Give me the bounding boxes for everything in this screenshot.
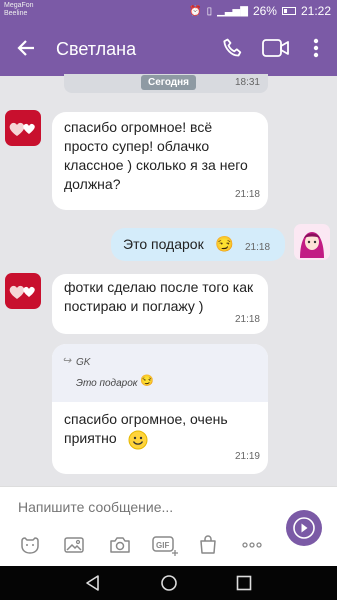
sticker-icon[interactable] <box>18 533 42 557</box>
battery-percent: 26% <box>252 4 277 18</box>
reply-quote[interactable]: ↪ GK Это подарок 😏 <box>52 344 268 402</box>
more-options-icon[interactable] <box>309 36 323 60</box>
date-label: Сегодня <box>141 75 197 90</box>
back-button[interactable] <box>12 34 40 62</box>
contact-name[interactable]: Светлана <box>56 39 136 60</box>
date-time: 18:31 <box>234 77 260 88</box>
message-text: Это подарок <box>123 236 204 252</box>
arrow-left-icon <box>17 40 34 56</box>
reply-author: GK <box>76 357 91 368</box>
home-circle-icon[interactable] <box>160 574 178 592</box>
shopping-bag-icon[interactable] <box>196 533 220 557</box>
status-icons: ⏰ ▯ ▁▃▅▇ 26% 21:22 <box>189 4 331 18</box>
message-input[interactable] <box>18 499 268 515</box>
android-nav-bar <box>0 566 337 600</box>
message-text: спасибо огромное, очень приятно <box>64 411 228 446</box>
reply-arrow-icon: ↪ <box>62 355 72 367</box>
back-triangle-icon[interactable] <box>84 574 102 592</box>
composer-toolbar: GIF <box>0 533 280 557</box>
svg-text:GIF: GIF <box>156 541 169 550</box>
smirk-emoji-icon: 😏 <box>140 375 154 387</box>
alarm-icon: ⏰ <box>189 5 202 17</box>
carrier-info: MegaFon Beeline <box>4 2 34 18</box>
smile-emoji-icon <box>128 430 148 450</box>
phone-icon[interactable] <box>221 36 245 60</box>
camera-icon[interactable] <box>108 533 132 557</box>
message-bubble-incoming[interactable]: спасибо огромное! всё просто супер! обла… <box>52 112 268 210</box>
status-bar: MegaFon Beeline ⏰ ▯ ▁▃▅▇ 26% 21:22 <box>0 0 337 22</box>
hearts-avatar-icon <box>5 273 41 309</box>
message-time: 21:18 <box>234 314 260 325</box>
message-time: 21:18 <box>234 189 260 200</box>
message-time: 21:18 <box>245 242 271 253</box>
play-circle-icon <box>293 517 315 539</box>
signal-icon: ▁▃▅▇ <box>217 5 248 17</box>
carrier-1: MegaFon <box>4 2 34 9</box>
chat-header: Светлана <box>0 22 337 76</box>
message-time: 21:19 <box>234 451 260 462</box>
anime-girl-avatar-icon <box>294 224 330 260</box>
gallery-icon[interactable] <box>62 533 86 557</box>
my-avatar[interactable] <box>294 224 330 260</box>
battery-icon <box>281 7 296 15</box>
video-call-icon[interactable] <box>262 38 290 58</box>
recents-square-icon[interactable] <box>235 574 253 592</box>
message-bubble-incoming[interactable]: ↪ GK Это подарок 😏 спасибо огромное, оче… <box>52 344 268 474</box>
date-divider: Сегодня 18:31 <box>64 74 268 93</box>
vibrate-icon: ▯ <box>206 5 213 17</box>
message-text: спасибо огромное! всё просто супер! обла… <box>64 119 248 192</box>
smirk-emoji-icon: 😏 <box>215 236 234 253</box>
more-dots-icon[interactable] <box>240 533 264 557</box>
message-composer: GIF <box>0 486 337 566</box>
contact-avatar[interactable] <box>5 273 41 309</box>
message-bubble-incoming[interactable]: фотки сделаю после того как постираю и п… <box>52 274 268 334</box>
hearts-avatar-icon <box>5 110 41 146</box>
gif-icon[interactable]: GIF <box>152 533 180 557</box>
send-button[interactable] <box>286 510 322 546</box>
message-bubble-outgoing[interactable]: Это подарок 😏 21:18 <box>111 228 285 261</box>
message-text: фотки сделаю после того как постираю и п… <box>64 279 254 314</box>
carrier-2: Beeline <box>4 10 28 17</box>
reply-text: Это подарок <box>76 378 138 389</box>
message-list[interactable]: Сегодня 18:31 спасибо огромное! всё прос… <box>0 74 337 486</box>
clock: 21:22 <box>300 4 331 18</box>
contact-avatar[interactable] <box>5 110 41 146</box>
